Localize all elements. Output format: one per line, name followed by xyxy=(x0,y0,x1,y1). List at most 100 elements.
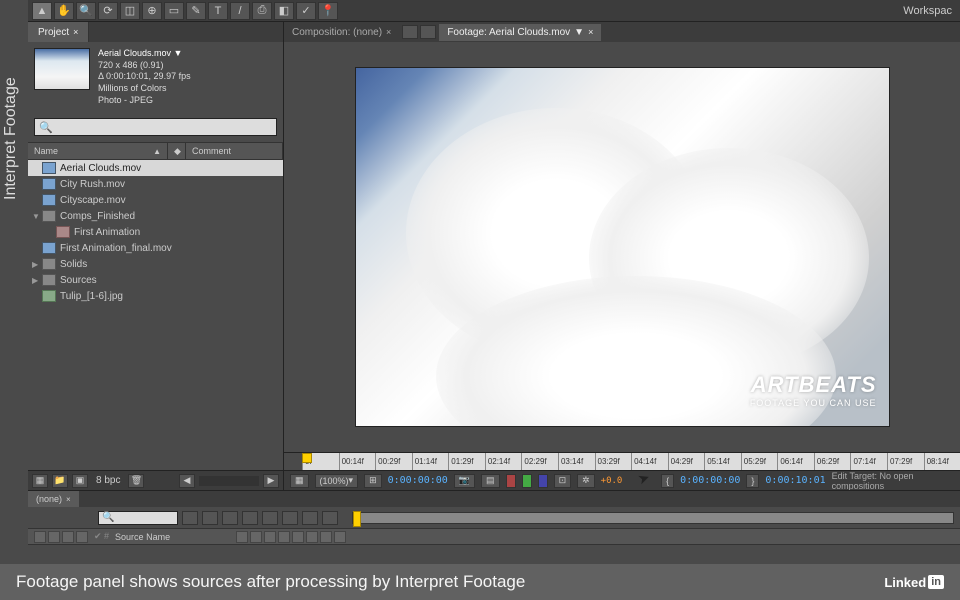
project-search[interactable]: 🔍 xyxy=(34,118,277,136)
rotate-tool[interactable]: ⟳ xyxy=(98,2,118,20)
text-tool[interactable]: T xyxy=(208,2,228,20)
show-channel-btn[interactable]: ▤ xyxy=(481,474,500,488)
tl-btn-4[interactable] xyxy=(242,511,258,525)
switch-icon[interactable] xyxy=(278,531,290,543)
timeline-playhead[interactable] xyxy=(353,511,361,527)
close-icon[interactable]: × xyxy=(73,27,78,37)
list-item[interactable]: Aerial Clouds.mov xyxy=(28,160,283,176)
item-label: City Rush.mov xyxy=(60,179,125,190)
exposure-value[interactable]: +0.0 xyxy=(601,476,623,486)
list-item[interactable]: First Animation_final.mov xyxy=(28,240,283,256)
viewer-lock-icon[interactable] xyxy=(402,25,418,39)
source-name-header[interactable]: Source Name xyxy=(115,532,170,542)
in-point-btn[interactable]: { xyxy=(661,474,674,488)
footage-info: Aerial Clouds.mov ▼ 720 x 486 (0.91) Δ 0… xyxy=(28,42,283,112)
close-icon[interactable]: × xyxy=(66,495,71,504)
tl-btn-2[interactable] xyxy=(202,511,218,525)
zoom-dropdown[interactable]: (100%) ▾ xyxy=(315,474,359,488)
out-time[interactable]: 0:00:10:01 xyxy=(765,475,825,486)
list-item[interactable]: City Rush.mov xyxy=(28,176,283,192)
eraser-tool[interactable]: ◧ xyxy=(274,2,294,20)
tab-footage[interactable]: Footage: Aerial Clouds.mov ▼ × xyxy=(439,24,601,41)
timeline-tab[interactable]: (none) × xyxy=(28,491,79,507)
current-time[interactable]: 0:00:00:00 xyxy=(388,475,448,486)
new-comp-btn[interactable]: ▣ xyxy=(72,474,88,488)
brush-tool[interactable]: / xyxy=(230,2,250,20)
tl-btn-7[interactable] xyxy=(302,511,318,525)
dropdown-icon[interactable]: ▼ xyxy=(574,27,584,38)
tl-btn-8[interactable] xyxy=(322,511,338,525)
tl-btn-6[interactable] xyxy=(282,511,298,525)
switch-icon[interactable] xyxy=(264,531,276,543)
scroll-right[interactable]: ▶ xyxy=(263,474,279,488)
pan-behind-tool[interactable]: ⊕ xyxy=(142,2,162,20)
audio-toggle-icon[interactable] xyxy=(48,531,60,543)
grid-btn[interactable]: ⊡ xyxy=(554,474,572,488)
list-item[interactable]: ▼Comps_Finished xyxy=(28,208,283,224)
hand-tool[interactable]: ✋ xyxy=(54,2,74,20)
switch-icon[interactable] xyxy=(320,531,332,543)
twirl-icon[interactable]: ▶ xyxy=(32,260,42,269)
playhead[interactable] xyxy=(302,453,312,463)
switch-icon[interactable] xyxy=(292,531,304,543)
switch-icon[interactable] xyxy=(236,531,248,543)
in-time[interactable]: 0:00:00:00 xyxy=(680,475,740,486)
column-label[interactable]: ◆ xyxy=(168,143,186,159)
video-toggle-icon[interactable] xyxy=(34,531,46,543)
tab-composition[interactable]: Composition: (none) × xyxy=(284,24,399,41)
project-footer: ▦ 📁 ▣ 8 bpc 🗑 ◀ ▶ xyxy=(28,470,283,490)
timeline-tab-label: (none) xyxy=(36,494,62,504)
time-ruler[interactable]: 0f00:14f00:29f01:14f01:29f02:14f02:29f03… xyxy=(284,452,960,470)
bpc-label[interactable]: 8 bpc xyxy=(96,475,120,486)
channel-r[interactable] xyxy=(506,474,516,488)
tl-btn-5[interactable] xyxy=(262,511,278,525)
switch-icon[interactable] xyxy=(306,531,318,543)
column-name[interactable]: Name ▲ xyxy=(28,143,168,159)
list-item[interactable]: Cityscape.mov xyxy=(28,192,283,208)
pen-tool[interactable]: ✎ xyxy=(186,2,206,20)
snapshot-btn[interactable]: 📷 xyxy=(454,474,475,488)
item-label: First Animation_final.mov xyxy=(60,243,172,254)
resolution-btn[interactable]: ⊞ xyxy=(364,474,382,488)
interpret-footage-btn[interactable]: ▦ xyxy=(32,474,48,488)
selection-tool[interactable]: ▲ xyxy=(32,2,52,20)
switch-icon[interactable] xyxy=(334,531,346,543)
list-item[interactable]: First Animation xyxy=(28,224,283,240)
channel-b[interactable] xyxy=(538,474,548,488)
new-folder-btn[interactable]: 📁 xyxy=(52,474,68,488)
project-tab[interactable]: Project × xyxy=(28,22,89,42)
caption-bar: Footage panel shows sources after proces… xyxy=(0,564,960,600)
column-comment[interactable]: Comment xyxy=(186,143,283,159)
delete-btn[interactable]: 🗑 xyxy=(128,474,144,488)
twirl-icon[interactable]: ▶ xyxy=(32,276,42,285)
lock-toggle-icon[interactable] xyxy=(76,531,88,543)
camera-tool[interactable]: ◫ xyxy=(120,2,140,20)
switch-icon[interactable] xyxy=(250,531,262,543)
list-item[interactable]: ▶Solids xyxy=(28,256,283,272)
timeline-track[interactable] xyxy=(352,512,954,524)
scroll-track[interactable] xyxy=(199,476,259,486)
puppet-tool[interactable]: 📍 xyxy=(318,2,338,20)
timeline-search[interactable]: 🔍 xyxy=(98,511,178,525)
tl-btn-1[interactable] xyxy=(182,511,198,525)
roto-tool[interactable]: ✓ xyxy=(296,2,316,20)
exposure-btn[interactable]: ✲ xyxy=(577,474,595,488)
out-point-btn[interactable]: } xyxy=(746,474,759,488)
solo-toggle-icon[interactable] xyxy=(62,531,74,543)
list-item[interactable]: ▶Sources xyxy=(28,272,283,288)
scroll-left[interactable]: ◀ xyxy=(179,474,195,488)
close-icon[interactable]: × xyxy=(588,27,593,37)
close-icon[interactable]: × xyxy=(386,27,391,37)
channel-g[interactable] xyxy=(522,474,532,488)
viewer-content[interactable]: ARTBEATS FOOTAGE YOU CAN USE xyxy=(284,42,960,452)
twirl-icon[interactable]: ▼ xyxy=(32,212,42,221)
shape-tool[interactable]: ▭ xyxy=(164,2,184,20)
alpha-btn[interactable]: ▦ xyxy=(290,474,309,488)
zoom-tool[interactable]: 🔍 xyxy=(76,2,96,20)
footage-name[interactable]: Aerial Clouds.mov ▼ xyxy=(98,48,191,60)
tl-btn-3[interactable] xyxy=(222,511,238,525)
workspace-label[interactable]: Workspac xyxy=(903,5,956,17)
viewer-split-icon[interactable] xyxy=(420,25,436,39)
clone-tool[interactable]: ⎙ xyxy=(252,2,272,20)
list-item[interactable]: Tulip_[1-6].jpg xyxy=(28,288,283,304)
